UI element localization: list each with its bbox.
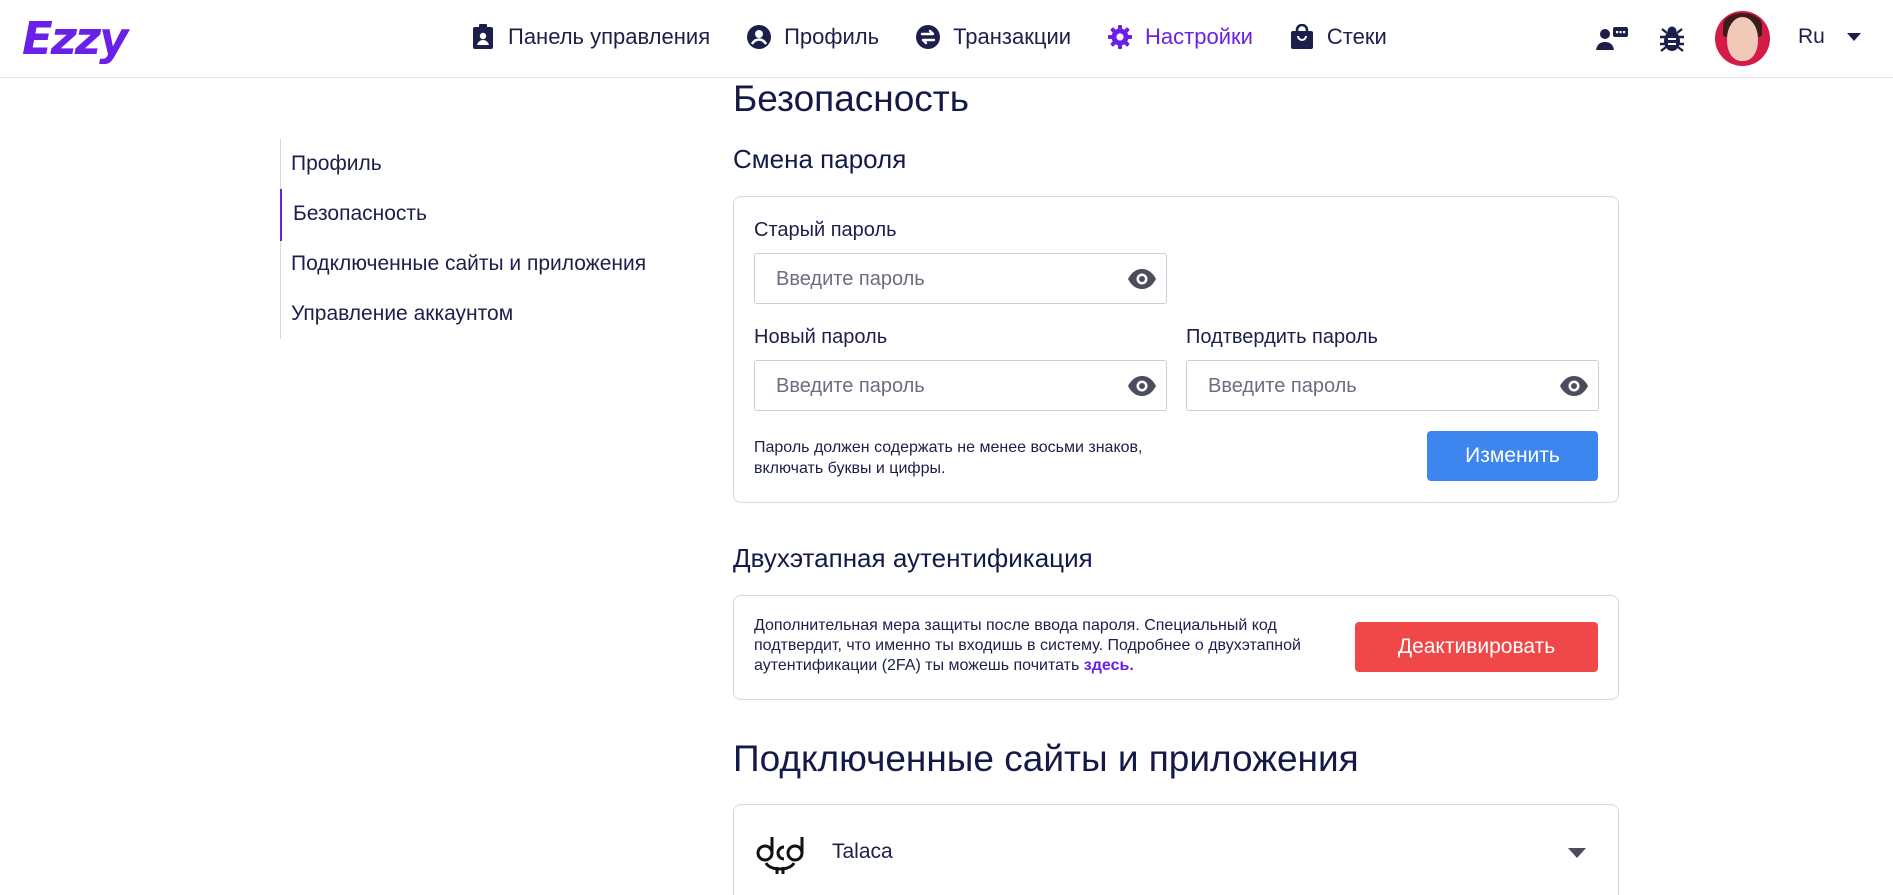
avatar[interactable] (1715, 11, 1770, 66)
nav-transactions[interactable]: Транзакции (915, 22, 1071, 52)
gear-icon (1107, 24, 1133, 50)
settings-sidebar: Профиль Безопасность Подключенные сайты … (280, 139, 700, 339)
confirm-password-label: Подтвердить пароль (1186, 326, 1378, 348)
new-password-label: Новый пароль (754, 326, 888, 348)
sidebar-item-profile[interactable]: Профиль (291, 152, 382, 176)
confirm-password-field[interactable]: Введите пароль (1186, 360, 1599, 411)
clipboard-icon (470, 24, 496, 50)
twofa-description-text: Дополнительная мера защиты после ввода п… (754, 617, 1301, 674)
nav-label: Транзакции (953, 24, 1072, 49)
sidebar-active-indicator (280, 189, 282, 241)
confirm-password-placeholder: Введите пароль (1208, 375, 1357, 397)
old-password-field[interactable]: Введите пароль (754, 253, 1167, 304)
old-password-placeholder: Введите пароль (776, 268, 925, 290)
chevron-down-icon[interactable] (1568, 848, 1586, 858)
nav-profile[interactable]: Профиль (746, 22, 879, 52)
nav-label: Стеки (1326, 24, 1387, 49)
connected-app-name: Talaca (832, 840, 893, 863)
eye-icon[interactable] (1127, 267, 1157, 291)
nav-stacks[interactable]: Стеки (1289, 22, 1387, 52)
language-label: Ru (1798, 25, 1825, 48)
new-password-placeholder: Введите пароль (776, 375, 925, 397)
deactivate-2fa-button[interactable]: Деактивировать (1355, 622, 1598, 672)
ezzy-logo[interactable]: Ezzy (22, 12, 128, 65)
top-navbar: Ezzy Панель управления Профиль Транзакци… (0, 0, 1893, 78)
password-hint: Пароль должен содержать не менее восьми … (754, 439, 1143, 477)
bug-report-icon[interactable] (1656, 24, 1688, 54)
twofa-more-link[interactable]: здесь. (1084, 657, 1134, 674)
old-password-label: Старый пароль (754, 219, 897, 241)
connected-section-title: Подключенные сайты и приложения (733, 738, 1359, 779)
password-section-title: Смена пароля (733, 144, 907, 174)
nav-label: Настройки (1145, 24, 1253, 49)
twofa-card: Дополнительная мера защиты после ввода п… (733, 595, 1619, 700)
nav-label: Профиль (784, 24, 880, 49)
nav-label: Панель управления (508, 24, 711, 49)
bag-icon (1289, 24, 1315, 50)
user-circle-icon (746, 24, 772, 50)
eye-icon[interactable] (1559, 374, 1589, 398)
nav-dashboard[interactable]: Панель управления (470, 22, 710, 52)
exchange-icon (915, 24, 941, 50)
twofa-section-title: Двухэтапная аутентификация (733, 543, 1093, 573)
chevron-down-icon (1846, 33, 1861, 41)
password-change-card: Старый пароль Введите пароль Новый парол… (733, 196, 1619, 503)
change-password-button[interactable]: Изменить (1427, 431, 1598, 481)
main-nav: Панель управления Профиль Транзакции Нас… (470, 22, 1423, 52)
nav-settings[interactable]: Настройки (1107, 22, 1253, 52)
eye-icon[interactable] (1127, 374, 1157, 398)
connected-app-row[interactable]: Talaca (733, 804, 1619, 895)
page-title: Безопасность (733, 78, 970, 119)
language-selector[interactable]: Ru (1798, 25, 1861, 49)
talaca-logo-icon (754, 827, 806, 875)
sidebar-item-connected-sites[interactable]: Подключенные сайты и приложения (291, 252, 646, 276)
twofa-description: Дополнительная мера защиты после ввода п… (754, 616, 1354, 676)
support-chat-icon[interactable] (1596, 24, 1628, 54)
new-password-field[interactable]: Введите пароль (754, 360, 1167, 411)
sidebar-item-account-management[interactable]: Управление аккаунтом (291, 302, 513, 326)
sidebar-item-security[interactable]: Безопасность (293, 202, 427, 226)
